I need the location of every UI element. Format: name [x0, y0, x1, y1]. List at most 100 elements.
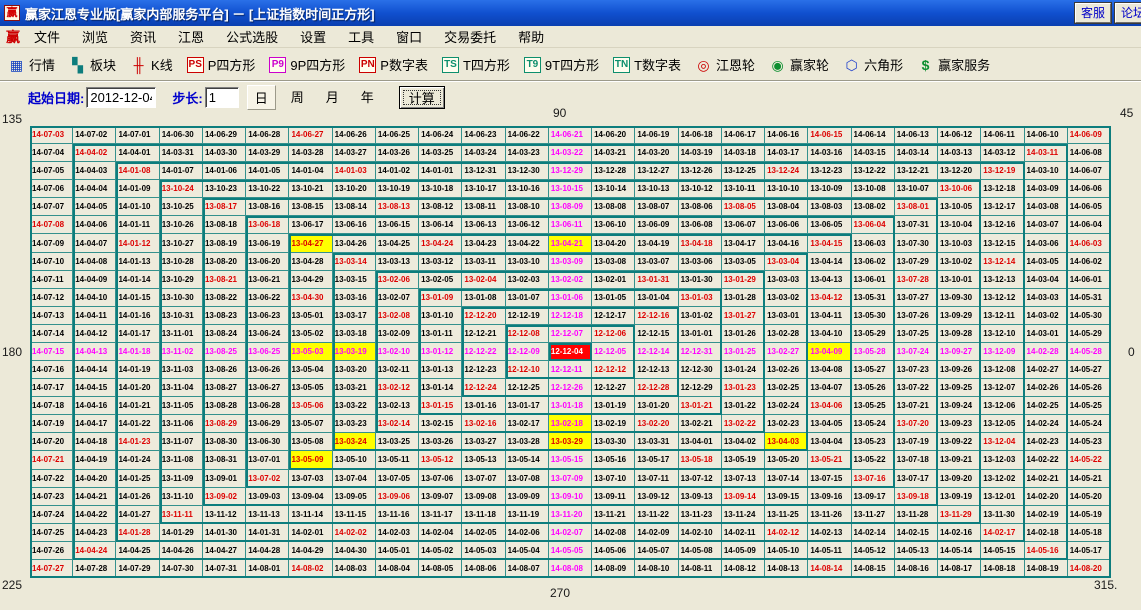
date-cell[interactable]: 13-12-15: [981, 234, 1024, 252]
date-cell[interactable]: 14-01-13: [116, 253, 159, 271]
date-cell[interactable]: 14-07-30: [160, 560, 203, 578]
date-cell[interactable]: 14-06-11: [981, 126, 1024, 144]
date-cell[interactable]: 14-03-25: [419, 144, 462, 162]
date-cell[interactable]: 13-09-01: [203, 470, 246, 488]
date-cell[interactable]: 13-07-16: [852, 470, 895, 488]
date-cell[interactable]: 13-10-21: [289, 180, 332, 198]
date-cell[interactable]: 14-04-18: [73, 433, 116, 451]
date-cell[interactable]: 13-02-17: [506, 415, 549, 433]
start-date-input[interactable]: [86, 87, 156, 108]
date-cell[interactable]: 13-06-14: [419, 216, 462, 234]
date-cell[interactable]: 13-10-19: [376, 180, 419, 198]
date-cell[interactable]: 14-02-04: [419, 524, 462, 542]
date-cell[interactable]: 14-07-25: [30, 524, 73, 542]
date-cell[interactable]: 14-02-26: [1025, 379, 1068, 397]
date-cell[interactable]: 13-04-12: [808, 289, 851, 307]
date-cell[interactable]: 14-05-04: [506, 542, 549, 560]
date-cell[interactable]: 13-06-23: [246, 307, 289, 325]
date-cell[interactable]: 14-01-04: [289, 162, 332, 180]
date-cell[interactable]: 14-05-28: [1068, 343, 1111, 361]
date-cell[interactable]: 13-04-19: [635, 234, 678, 252]
date-cell[interactable]: 14-01-26: [116, 488, 159, 506]
date-cell[interactable]: 13-11-26: [808, 506, 851, 524]
date-cell[interactable]: 13-12-24: [765, 162, 808, 180]
date-cell[interactable]: 13-05-23: [852, 433, 895, 451]
date-cell[interactable]: 13-09-13: [679, 488, 722, 506]
date-cell[interactable]: 13-10-27: [160, 234, 203, 252]
date-cell[interactable]: 13-12-17: [981, 198, 1024, 216]
date-cell[interactable]: 13-06-20: [246, 253, 289, 271]
date-cell[interactable]: 13-01-17: [506, 397, 549, 415]
date-cell[interactable]: 13-11-21: [592, 506, 635, 524]
date-cell[interactable]: 13-06-08: [679, 216, 722, 234]
date-cell[interactable]: 13-08-03: [808, 198, 851, 216]
date-cell[interactable]: 13-03-22: [333, 397, 376, 415]
date-cell[interactable]: 14-04-28: [246, 542, 289, 560]
date-cell[interactable]: 14-06-03: [1068, 234, 1111, 252]
date-cell[interactable]: 13-02-18: [549, 415, 592, 433]
date-cell[interactable]: 13-11-02: [160, 343, 203, 361]
date-cell[interactable]: 13-06-01: [852, 271, 895, 289]
date-cell[interactable]: 14-07-14: [30, 325, 73, 343]
date-cell[interactable]: 13-07-02: [246, 470, 289, 488]
date-cell[interactable]: 13-02-11: [376, 361, 419, 379]
date-cell[interactable]: 12-12-21: [462, 325, 505, 343]
date-cell[interactable]: 14-03-10: [1025, 162, 1068, 180]
date-cell[interactable]: 13-01-30: [679, 271, 722, 289]
date-cell[interactable]: 14-08-14: [808, 560, 851, 578]
date-cell[interactable]: 14-07-11: [30, 271, 73, 289]
date-cell[interactable]: 14-04-14: [73, 361, 116, 379]
date-cell[interactable]: 13-09-23: [938, 415, 981, 433]
date-cell[interactable]: 13-11-01: [160, 325, 203, 343]
date-cell[interactable]: 13-08-22: [203, 289, 246, 307]
date-cell[interactable]: 14-07-01: [116, 126, 159, 144]
date-cell[interactable]: 13-02-27: [765, 343, 808, 361]
date-cell[interactable]: 13-01-25: [722, 343, 765, 361]
date-cell[interactable]: 14-07-04: [30, 144, 73, 162]
date-cell[interactable]: 13-08-11: [462, 198, 505, 216]
date-cell[interactable]: 13-12-16: [981, 216, 1024, 234]
date-cell[interactable]: 13-02-25: [765, 379, 808, 397]
date-cell[interactable]: 13-12-05: [981, 415, 1024, 433]
date-cell[interactable]: 14-02-17: [981, 524, 1024, 542]
date-cell[interactable]: 14-06-07: [1068, 162, 1111, 180]
date-cell[interactable]: 13-10-12: [679, 180, 722, 198]
date-cell[interactable]: 13-12-27: [635, 162, 678, 180]
date-cell[interactable]: 14-07-16: [30, 361, 73, 379]
date-cell[interactable]: 13-05-29: [852, 325, 895, 343]
date-cell[interactable]: 13-02-26: [765, 361, 808, 379]
date-cell[interactable]: 13-03-28: [506, 433, 549, 451]
date-cell[interactable]: 13-05-21: [808, 451, 851, 469]
date-cell[interactable]: 14-03-30: [203, 144, 246, 162]
date-cell[interactable]: 14-02-08: [592, 524, 635, 542]
date-cell[interactable]: 13-02-22: [722, 415, 765, 433]
date-cell[interactable]: 13-12-31: [462, 162, 505, 180]
date-cell[interactable]: 13-05-15: [549, 451, 592, 469]
date-cell[interactable]: 13-02-03: [506, 271, 549, 289]
date-cell[interactable]: 13-09-15: [765, 488, 808, 506]
date-cell[interactable]: 12-12-17: [592, 307, 635, 325]
date-cell[interactable]: 13-04-18: [679, 234, 722, 252]
date-cell[interactable]: 13-04-11: [808, 307, 851, 325]
date-cell[interactable]: 13-01-04: [635, 289, 678, 307]
toolbar-item-p-number-table[interactable]: PNP数字表: [359, 55, 428, 74]
date-cell[interactable]: 13-05-30: [852, 307, 895, 325]
date-cell[interactable]: 13-12-08: [981, 361, 1024, 379]
date-cell[interactable]: 14-05-19: [1068, 506, 1111, 524]
date-cell[interactable]: 14-01-02: [376, 162, 419, 180]
date-cell[interactable]: 13-02-12: [376, 379, 419, 397]
menu-item-3[interactable]: 江恩: [178, 27, 204, 46]
date-cell[interactable]: 14-03-22: [549, 144, 592, 162]
date-cell[interactable]: 13-02-14: [376, 415, 419, 433]
date-cell[interactable]: 13-05-18: [679, 451, 722, 469]
date-cell[interactable]: 13-07-26: [895, 307, 938, 325]
date-cell[interactable]: 14-04-12: [73, 325, 116, 343]
date-cell[interactable]: 14-07-19: [30, 415, 73, 433]
date-cell[interactable]: 14-02-10: [679, 524, 722, 542]
date-cell[interactable]: 13-08-27: [203, 379, 246, 397]
date-cell[interactable]: 14-04-19: [73, 451, 116, 469]
date-cell[interactable]: 13-07-12: [679, 470, 722, 488]
date-cell[interactable]: 13-12-25: [722, 162, 765, 180]
date-cell[interactable]: 14-08-05: [419, 560, 462, 578]
date-cell[interactable]: 13-09-04: [289, 488, 332, 506]
